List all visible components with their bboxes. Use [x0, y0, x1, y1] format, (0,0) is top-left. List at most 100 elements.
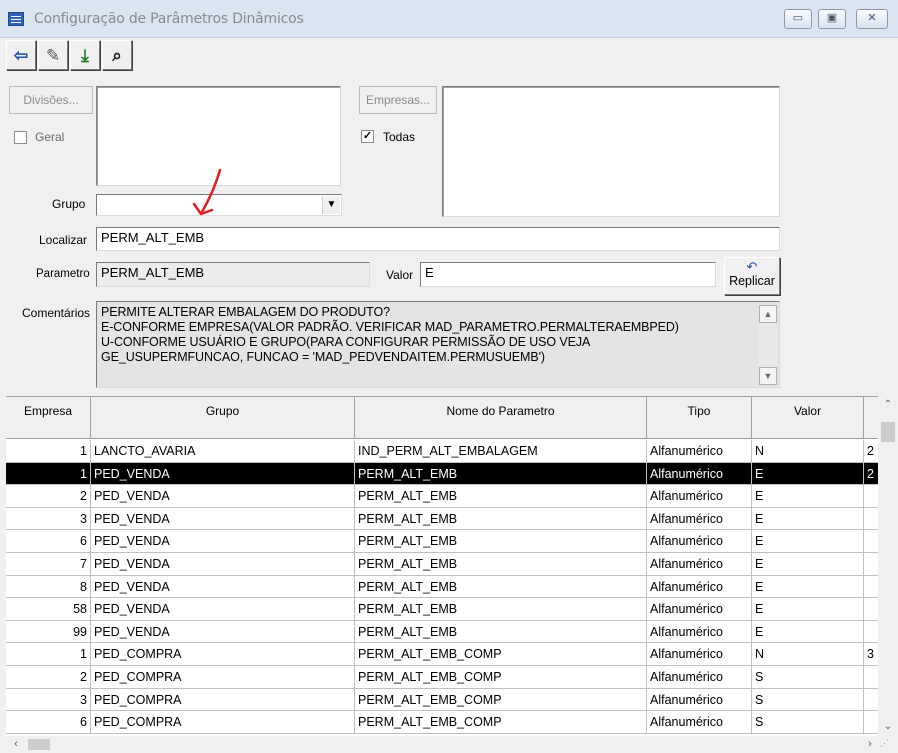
cell-tipo[interactable]: Alfanumérico: [647, 485, 752, 508]
cell-tipo[interactable]: Alfanumérico: [647, 575, 752, 599]
cell-nome[interactable]: PERM_ALT_EMB: [355, 530, 647, 553]
cell-nome[interactable]: PERM_ALT_EMB: [355, 507, 647, 531]
save-button[interactable]: ⤓: [70, 40, 100, 70]
cell-grupo[interactable]: PED_VENDA: [91, 507, 355, 531]
table-row[interactable]: 58 PED_VENDA PERM_ALT_EMB Alfanumérico E: [6, 598, 878, 621]
col-header-nome[interactable]: Nome do Parametro: [355, 397, 647, 439]
scroll-left-icon[interactable]: ‹: [8, 736, 24, 753]
cell-empresa[interactable]: 1: [6, 440, 91, 463]
cell-empresa[interactable]: 99: [6, 620, 91, 644]
edit-button[interactable]: ✎: [38, 40, 68, 70]
scroll-down-icon[interactable]: ▼: [759, 367, 777, 385]
cell-nome[interactable]: PERM_ALT_EMB_COMP: [355, 711, 647, 734]
scroll-right-icon[interactable]: ›: [862, 736, 878, 753]
table-row[interactable]: 99 PED_VENDA PERM_ALT_EMB Alfanumérico E: [6, 620, 878, 644]
grid-horizontal-scrollbar[interactable]: ‹ › ⋰: [6, 736, 898, 753]
replicar-button[interactable]: ↶ Replicar: [724, 257, 780, 295]
cell-nome[interactable]: PERM_ALT_EMB: [355, 575, 647, 599]
cell-valor[interactable]: E: [752, 485, 864, 508]
chevron-down-icon[interactable]: ▼: [322, 196, 340, 214]
cell-extra[interactable]: [864, 508, 878, 531]
table-row[interactable]: 1 LANCTO_AVARIA IND_PERM_ALT_EMBALAGEM Alfa…: [6, 440, 878, 463]
cell-empresa[interactable]: 6: [6, 530, 91, 553]
scroll-down-icon[interactable]: ⌄: [878, 718, 898, 736]
minimize-button[interactable]: ▭: [784, 9, 812, 29]
cell-empresa[interactable]: 2: [6, 666, 91, 689]
geral-checkbox[interactable]: [14, 131, 27, 144]
cell-valor[interactable]: E: [752, 575, 864, 599]
cell-grupo[interactable]: LANCTO_AVARIA: [91, 440, 355, 463]
table-row[interactable]: 2 PED_VENDA PERM_ALT_EMB Alfanumérico E: [6, 485, 878, 508]
cell-extra[interactable]: [864, 711, 878, 734]
cell-empresa[interactable]: 3: [6, 507, 91, 531]
cell-empresa[interactable]: 58: [6, 598, 91, 621]
resize-grip-icon[interactable]: ⋰: [880, 738, 894, 752]
scroll-up-icon[interactable]: ▲: [759, 305, 777, 323]
cell-tipo[interactable]: Alfanumérico: [647, 440, 752, 463]
cell-valor[interactable]: N: [752, 643, 864, 666]
localizar-input[interactable]: PERM_ALT_EMB: [96, 227, 780, 251]
cell-tipo[interactable]: Alfanumérico: [647, 598, 752, 621]
cell-empresa[interactable]: 1: [6, 643, 91, 666]
cell-grupo[interactable]: PED_COMPRA: [91, 688, 355, 712]
cell-extra[interactable]: [864, 666, 878, 689]
cell-tipo[interactable]: Alfanumérico: [647, 553, 752, 576]
cell-valor[interactable]: E: [752, 553, 864, 576]
cell-nome[interactable]: PERM_ALT_EMB_COMP: [355, 643, 647, 666]
cell-valor[interactable]: E: [752, 598, 864, 621]
scroll-thumb[interactable]: [881, 422, 895, 442]
table-row[interactable]: 3 PED_VENDA PERM_ALT_EMB Alfanumérico E: [6, 507, 878, 531]
cell-grupo[interactable]: PED_VENDA: [91, 620, 355, 644]
cell-empresa[interactable]: 1: [6, 462, 91, 486]
maximize-button[interactable]: ▣: [818, 9, 846, 29]
cell-extra[interactable]: [864, 530, 878, 553]
empresas-button[interactable]: Empresas...: [359, 86, 437, 114]
cell-grupo[interactable]: PED_COMPRA: [91, 666, 355, 689]
cell-extra[interactable]: [864, 553, 878, 576]
table-row[interactable]: 6 PED_VENDA PERM_ALT_EMB Alfanumérico E: [6, 530, 878, 553]
cell-tipo[interactable]: Alfanumérico: [647, 688, 752, 712]
comentarios-scrollbar[interactable]: ▲ ▼: [759, 305, 777, 385]
cell-nome[interactable]: PERM_ALT_EMB_COMP: [355, 666, 647, 689]
close-button[interactable]: ✕: [856, 9, 888, 29]
cell-grupo[interactable]: PED_VENDA: [91, 485, 355, 508]
cell-valor[interactable]: S: [752, 688, 864, 712]
table-row[interactable]: 8 PED_VENDA PERM_ALT_EMB Alfanumérico E: [6, 575, 878, 599]
table-row[interactable]: 7 PED_VENDA PERM_ALT_EMB Alfanumérico E: [6, 553, 878, 576]
divisoes-button[interactable]: Divisões...: [9, 86, 93, 114]
empresas-list[interactable]: [442, 86, 780, 217]
cell-grupo[interactable]: PED_VENDA: [91, 598, 355, 621]
comentarios-textarea[interactable]: PERMITE ALTERAR EMBALAGEM DO PRODUTO? E-…: [96, 301, 780, 388]
cell-extra[interactable]: [864, 576, 878, 599]
cell-grupo[interactable]: PED_VENDA: [91, 575, 355, 599]
cell-tipo[interactable]: Alfanumérico: [647, 530, 752, 553]
hscroll-thumb[interactable]: [28, 739, 50, 750]
cell-extra[interactable]: [864, 485, 878, 508]
cell-tipo[interactable]: Alfanumérico: [647, 462, 752, 486]
table-row[interactable]: 3 PED_COMPRA PERM_ALT_EMB_COMP Alfanumérico…: [6, 688, 878, 712]
valor-input[interactable]: E: [420, 262, 716, 287]
cell-grupo[interactable]: PED_VENDA: [91, 530, 355, 553]
cell-valor[interactable]: S: [752, 711, 864, 734]
cell-extra[interactable]: 3: [864, 643, 878, 666]
cell-tipo[interactable]: Alfanumérico: [647, 666, 752, 689]
cell-valor[interactable]: E: [752, 530, 864, 553]
cell-grupo[interactable]: PED_VENDA: [91, 462, 355, 486]
todas-checkbox[interactable]: ✓: [361, 130, 374, 143]
grid-vertical-scrollbar[interactable]: ⌃ ⌄: [878, 396, 898, 736]
col-header-valor[interactable]: Valor: [752, 397, 864, 439]
scroll-up-icon[interactable]: ⌃: [878, 396, 898, 414]
cell-valor[interactable]: S: [752, 666, 864, 689]
cell-nome[interactable]: IND_PERM_ALT_EMBALAGEM: [355, 440, 647, 463]
cell-empresa[interactable]: 7: [6, 553, 91, 576]
table-row[interactable]: 1 PED_COMPRA PERM_ALT_EMB_COMP Alfanumérico…: [6, 643, 878, 666]
cell-tipo[interactable]: Alfanumérico: [647, 620, 752, 644]
cell-nome[interactable]: PERM_ALT_EMB: [355, 598, 647, 621]
exit-button[interactable]: ⇦: [6, 40, 36, 70]
cell-empresa[interactable]: 2: [6, 485, 91, 508]
cell-grupo[interactable]: PED_COMPRA: [91, 643, 355, 666]
cell-empresa[interactable]: 3: [6, 688, 91, 712]
col-header-grupo[interactable]: Grupo: [91, 397, 355, 439]
cell-valor[interactable]: N: [752, 440, 864, 463]
cell-empresa[interactable]: 6: [6, 711, 91, 734]
